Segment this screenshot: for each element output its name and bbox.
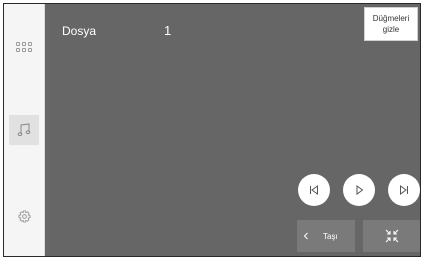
play-button[interactable]: [343, 174, 375, 206]
hide-buttons-button[interactable]: Düğmeleri gizle: [364, 7, 418, 41]
grid-icon: [16, 41, 32, 52]
track-number: 1: [164, 23, 172, 38]
source-label: Dosya: [62, 24, 97, 38]
main-area: Dosya 1 Düğmeleri gizle Taşı: [45, 4, 420, 256]
skip-next-icon: [400, 185, 408, 195]
move-label: Taşı: [323, 231, 338, 241]
skip-previous-icon: [310, 185, 318, 195]
media-screen: Dosya 1 Düğmeleri gizle Taşı: [3, 3, 421, 257]
chevron-left-icon: [303, 232, 309, 240]
sidebar-item-media[interactable]: [9, 115, 39, 145]
hide-buttons-label: Düğmeleri gizle: [372, 14, 410, 34]
shrink-button[interactable]: [363, 220, 420, 252]
sidebar-item-settings[interactable]: [9, 201, 39, 231]
shrink-icon: [385, 229, 399, 243]
sidebar: [4, 4, 45, 256]
next-button[interactable]: [388, 174, 420, 206]
move-button[interactable]: Taşı: [297, 220, 355, 252]
gear-icon: [17, 209, 31, 223]
sidebar-item-menu[interactable]: [9, 32, 39, 62]
play-icon: [356, 185, 364, 195]
previous-button[interactable]: [298, 174, 330, 206]
music-note-icon: [17, 123, 31, 137]
